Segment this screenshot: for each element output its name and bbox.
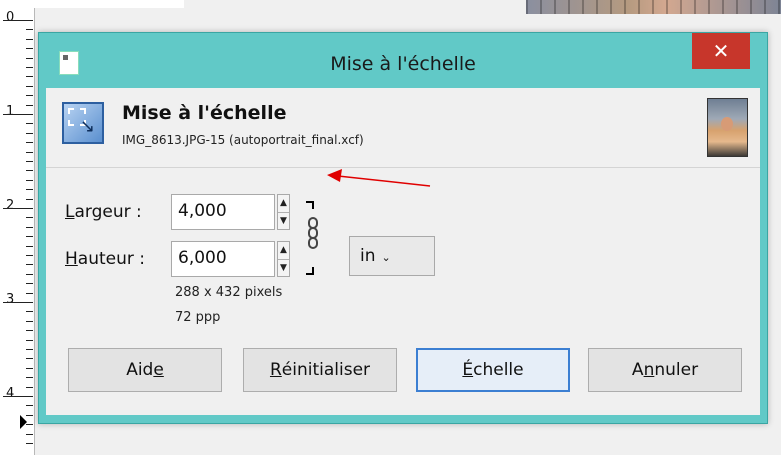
ruler-tick bbox=[26, 443, 33, 444]
ruler-tick bbox=[26, 320, 33, 322]
spin-up-icon[interactable]: ▲ bbox=[278, 195, 289, 213]
ruler-tick bbox=[26, 386, 33, 388]
unit-dropdown[interactable]: in ⌄ bbox=[349, 236, 435, 276]
close-icon: ✕ bbox=[712, 39, 730, 63]
ruler-tick bbox=[3, 302, 33, 303]
close-button[interactable]: ✕ bbox=[692, 33, 750, 69]
width-label: Largeur : bbox=[65, 202, 142, 222]
header-title: Mise à l'échelle bbox=[122, 102, 287, 124]
ruler-tick bbox=[26, 283, 33, 285]
ruler-tick bbox=[26, 29, 33, 31]
ruler-tick bbox=[26, 85, 33, 87]
dialog-header: Mise à l'échelle IMG_8613.JPG-15 (autopo… bbox=[46, 88, 760, 168]
ruler-tick bbox=[26, 367, 33, 369]
ruler-tick bbox=[26, 48, 33, 50]
ruler-tick bbox=[26, 132, 33, 134]
ruler-tick bbox=[26, 57, 33, 59]
ruler-tick bbox=[26, 424, 33, 426]
chain-link-icon[interactable] bbox=[308, 217, 318, 257]
ruler-tick bbox=[26, 123, 33, 125]
help-button[interactable]: Aid e bbox=[68, 348, 222, 392]
ruler-tick bbox=[26, 217, 33, 219]
dialog-titlebar[interactable]: Mise à l'échelle ✕ bbox=[39, 33, 767, 88]
ruler-tick bbox=[26, 142, 33, 144]
chevron-down-icon: ⌄ bbox=[381, 251, 391, 264]
cancel-button[interactable]: An nuler bbox=[588, 348, 742, 392]
ruler-number-1: 1 bbox=[6, 104, 15, 119]
ruler-tick bbox=[26, 339, 33, 341]
ruler-tick bbox=[26, 38, 33, 40]
pixel-size-info: 288 x 432 pixels bbox=[175, 285, 283, 300]
ruler-tick bbox=[26, 349, 33, 350]
height-label: Hauteur : bbox=[65, 249, 146, 269]
spin-down-icon[interactable]: ▼ bbox=[278, 213, 289, 230]
ruler-tick bbox=[26, 255, 33, 256]
ruler-tick bbox=[3, 208, 33, 209]
ruler-number-4: 4 bbox=[6, 386, 15, 401]
ruler-tick bbox=[26, 236, 33, 238]
ruler-tick bbox=[26, 104, 33, 106]
ruler-tick bbox=[26, 179, 33, 181]
canvas-edge bbox=[34, 0, 184, 8]
ruler-number-3: 3 bbox=[6, 292, 15, 307]
width-spin-buttons[interactable]: ▲ ▼ bbox=[277, 194, 290, 230]
chain-bracket-bottom bbox=[306, 267, 314, 275]
ruler-tick bbox=[3, 20, 33, 21]
ruler-tick bbox=[26, 264, 33, 266]
ruler-tick bbox=[26, 433, 33, 435]
reset-button[interactable]: Réinitialiser bbox=[243, 348, 397, 392]
spin-down-icon[interactable]: ▼ bbox=[278, 260, 289, 277]
ruler-number-2: 2 bbox=[6, 198, 15, 213]
spin-up-icon[interactable]: ▲ bbox=[278, 242, 289, 260]
ruler-tick bbox=[26, 311, 33, 313]
ruler-tick bbox=[26, 414, 33, 416]
ruler-tick bbox=[26, 405, 33, 407]
ruler-tick bbox=[26, 292, 33, 294]
ruler-tick bbox=[26, 170, 33, 172]
ruler-tick bbox=[26, 95, 33, 97]
ruler-tick bbox=[26, 358, 33, 360]
ruler-tick bbox=[26, 245, 33, 247]
canvas-image-preview bbox=[526, 0, 781, 14]
unit-value: in bbox=[360, 246, 376, 266]
ruler-tick bbox=[26, 189, 33, 191]
ruler-tick bbox=[26, 226, 33, 228]
ruler-tick bbox=[26, 198, 33, 200]
header-subtitle: IMG_8613.JPG-15 (autoportrait_final.xcf) bbox=[122, 133, 364, 147]
ruler-tick bbox=[26, 273, 33, 275]
scale-tool-icon bbox=[62, 102, 104, 144]
scale-button[interactable]: Échelle bbox=[416, 348, 570, 392]
chain-bracket-top bbox=[306, 201, 314, 209]
image-thumbnail bbox=[707, 98, 748, 157]
scale-dialog: Mise à l'échelle ✕ Mise à l'échelle IMG_… bbox=[38, 32, 768, 424]
ruler-tick bbox=[3, 114, 33, 115]
ruler-tick bbox=[26, 377, 33, 379]
ruler-position-marker bbox=[20, 415, 27, 429]
ruler-number-0: 0 bbox=[6, 10, 15, 25]
height-spin-buttons[interactable]: ▲ ▼ bbox=[277, 241, 290, 277]
height-input[interactable]: 6,000 bbox=[171, 241, 275, 277]
ruler-tick bbox=[3, 396, 33, 397]
vertical-ruler: 0 1 2 3 4 bbox=[0, 0, 35, 455]
resolution-info: 72 ppp bbox=[175, 310, 221, 325]
ruler-tick bbox=[26, 76, 33, 78]
ruler-tick bbox=[26, 161, 33, 162]
ruler-tick bbox=[26, 67, 33, 68]
ruler-tick bbox=[26, 151, 33, 153]
width-input[interactable]: 4,000 bbox=[171, 194, 275, 230]
dialog-title: Mise à l'échelle bbox=[330, 53, 476, 75]
dialog-content: Mise à l'échelle IMG_8613.JPG-15 (autopo… bbox=[46, 88, 760, 415]
ruler-tick bbox=[26, 330, 33, 332]
